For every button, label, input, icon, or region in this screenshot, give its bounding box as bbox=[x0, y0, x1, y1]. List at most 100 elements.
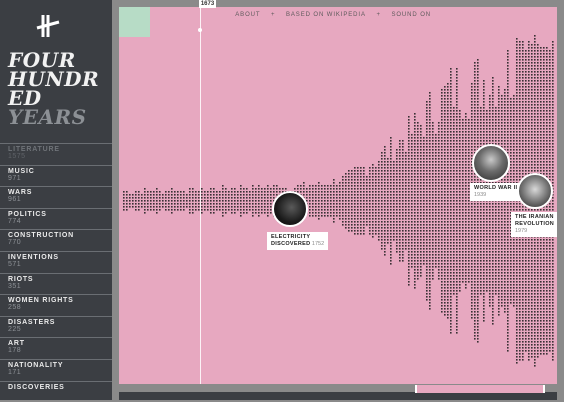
category-item-art[interactable]: ART178 bbox=[0, 337, 112, 359]
event-dot bbox=[360, 203, 362, 205]
event-dot bbox=[546, 299, 548, 301]
category-item-nationality[interactable]: NATIONALITY171 bbox=[0, 359, 112, 381]
event-dot bbox=[492, 275, 494, 277]
event-dot bbox=[189, 194, 191, 196]
event-dot bbox=[465, 206, 467, 208]
category-item-riots[interactable]: RIOTS351 bbox=[0, 273, 112, 295]
event-dot bbox=[498, 101, 500, 103]
event-dot bbox=[519, 83, 521, 85]
event-dot bbox=[447, 188, 449, 190]
event-dot bbox=[420, 215, 422, 217]
event-dot bbox=[243, 203, 245, 205]
event-dot bbox=[501, 140, 503, 142]
event-dot bbox=[468, 137, 470, 139]
event-dot bbox=[213, 203, 215, 205]
category-item-discoveries[interactable]: DISCOVERIES bbox=[0, 381, 112, 402]
visualization-area[interactable]: ABOUT + BASED ON WIKIPEDIA + SOUND ON EL… bbox=[119, 7, 557, 384]
event-dot bbox=[468, 260, 470, 262]
event-dot bbox=[453, 248, 455, 250]
event-dot bbox=[456, 221, 458, 223]
event-dot bbox=[492, 269, 494, 271]
category-item-politics[interactable]: POLITICS774 bbox=[0, 208, 112, 230]
category-item-disasters[interactable]: DISASTERS225 bbox=[0, 316, 112, 338]
event-dot bbox=[456, 68, 458, 70]
event-dot bbox=[531, 350, 533, 352]
event-dot bbox=[312, 209, 314, 211]
event-dot bbox=[429, 224, 431, 226]
event-dot bbox=[414, 149, 416, 151]
category-item-women-rights[interactable]: WOMEN RIGHTS258 bbox=[0, 294, 112, 316]
event-dot bbox=[210, 200, 212, 202]
event-dot bbox=[483, 215, 485, 217]
event-dot bbox=[501, 212, 503, 214]
category-item-construction[interactable]: CONSTRUCTION770 bbox=[0, 229, 112, 251]
event-dot bbox=[474, 98, 476, 100]
event-dot bbox=[510, 290, 512, 292]
event-dot bbox=[483, 95, 485, 97]
event-dot bbox=[471, 122, 473, 124]
event-dot bbox=[450, 287, 452, 289]
event-dot bbox=[261, 206, 263, 208]
event-dot bbox=[396, 158, 398, 160]
event-dot bbox=[543, 161, 545, 163]
event-dot bbox=[462, 221, 464, 223]
category-item-music[interactable]: MUSIC971 bbox=[0, 165, 112, 187]
event-dot bbox=[420, 242, 422, 244]
event-dot bbox=[549, 158, 551, 160]
event-dot bbox=[243, 194, 245, 196]
event-dot bbox=[414, 197, 416, 199]
category-item-literature[interactable]: LITERATURE1575 bbox=[0, 143, 112, 165]
event-dot bbox=[537, 254, 539, 256]
event-dot bbox=[369, 179, 371, 181]
event-dot bbox=[402, 191, 404, 193]
event-dot bbox=[414, 131, 416, 133]
event-dot bbox=[519, 257, 521, 259]
event-dot bbox=[432, 263, 434, 265]
event-dot bbox=[429, 152, 431, 154]
app-title: FOUR HUNDR ED YEARS bbox=[8, 51, 99, 127]
event-dot bbox=[312, 194, 314, 196]
event-dot bbox=[450, 269, 452, 271]
event-dot bbox=[345, 221, 347, 223]
event-dot bbox=[513, 125, 515, 127]
event-dot bbox=[543, 347, 545, 349]
event-dot bbox=[429, 302, 431, 304]
event-dot bbox=[477, 317, 479, 319]
event-dot bbox=[393, 215, 395, 217]
event-dot bbox=[252, 206, 254, 208]
event-dot bbox=[411, 257, 413, 259]
event-dot bbox=[528, 344, 530, 346]
event-dot bbox=[435, 149, 437, 151]
event-dot bbox=[546, 245, 548, 247]
event-dot bbox=[429, 269, 431, 271]
event-dot bbox=[306, 191, 308, 193]
event-dot bbox=[471, 92, 473, 94]
event-dot bbox=[474, 257, 476, 259]
event-dot bbox=[408, 191, 410, 193]
event-dot bbox=[459, 206, 461, 208]
event-dot bbox=[399, 209, 401, 211]
event-dot bbox=[531, 62, 533, 64]
event-dot bbox=[432, 254, 434, 256]
event-dot bbox=[477, 86, 479, 88]
event-dot bbox=[456, 107, 458, 109]
event-dot bbox=[264, 203, 266, 205]
event-dot bbox=[447, 194, 449, 196]
category-item-inventions[interactable]: INVENTIONS571 bbox=[0, 251, 112, 273]
event-dot bbox=[543, 350, 545, 352]
event-dot bbox=[525, 311, 527, 313]
event-dot bbox=[246, 203, 248, 205]
four-hundred-years-logo-icon[interactable] bbox=[34, 12, 62, 40]
event-dot bbox=[375, 170, 377, 172]
event-dot bbox=[525, 287, 527, 289]
event-dot bbox=[477, 281, 479, 283]
event-dot bbox=[441, 131, 443, 133]
event-dot bbox=[378, 206, 380, 208]
event-dot bbox=[459, 269, 461, 271]
event-dot bbox=[465, 224, 467, 226]
event-dot bbox=[387, 212, 389, 214]
event-dot bbox=[339, 218, 341, 220]
category-item-wars[interactable]: WARS961 bbox=[0, 186, 112, 208]
event-dot bbox=[447, 236, 449, 238]
event-dot bbox=[462, 143, 464, 145]
